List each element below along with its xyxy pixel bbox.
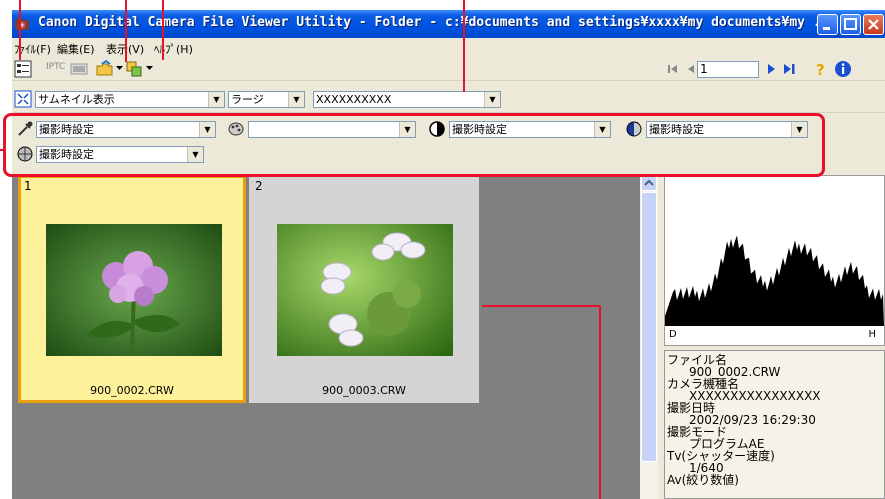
chevron-down-icon: ▼ [399,122,415,137]
thumbnail-number: 2 [255,179,263,193]
info-label: Av(絞り数値) [667,473,739,487]
title-bar[interactable]: Canon Digital Camera File Viewer Utility… [12,10,885,38]
menu-edit[interactable]: 編集(E) [57,41,95,57]
saturation-icon[interactable] [625,120,643,138]
next-page-icon[interactable] [762,60,780,78]
shooting-info-panel: ファイル名 900_0002.CRW カメラ機種名 XXXXXXXXXXXXXXXX 撮… [664,350,885,499]
view-mode-select[interactable]: サムネイル表示 ▼ [35,91,225,108]
scroll-thumb[interactable] [641,192,657,462]
camera-select[interactable]: XXXXXXXXXX ▼ [313,91,501,108]
info-panel-icon[interactable] [14,60,32,78]
scroll-up-button[interactable] [641,175,657,191]
dropdown-arrow-icon[interactable] [146,66,153,71]
close-icon [868,19,879,30]
chevron-down-icon: ▼ [187,147,203,162]
white-balance-select[interactable]: 撮影時設定 ▼ [36,121,216,138]
chevron-up-icon [644,179,654,186]
photo-white-flower-image [277,224,453,356]
thumbnail-card[interactable]: 2 900_0003.CRW [249,175,479,403]
menu-file[interactable]: ﾌｧｲﾙ(F) [14,41,51,57]
app-window: Canon Digital Camera File Viewer Utility… [12,10,885,499]
thumbnail-card[interactable]: 1 900_0002.CRW [18,175,246,403]
menu-view[interactable]: 表示(V) [106,41,144,57]
chevron-down-icon: ▼ [484,92,500,107]
histogram-shape [665,235,884,326]
dropdown-arrow-icon[interactable] [116,66,123,71]
window-title: Canon Digital Camera File Viewer Utility… [38,15,837,30]
saturation-select[interactable]: 撮影時設定 ▼ [646,121,808,138]
help-icon[interactable]: ? [812,60,830,78]
thumbnail-filename: 900_0003.CRW [322,384,406,397]
copy-files-icon[interactable] [125,60,143,78]
color-tone-value: 撮影時設定 [39,148,94,161]
fit-view-icon[interactable] [14,90,32,108]
contrast-value: 撮影時設定 [452,123,507,136]
main-toolbar: IPTC 1 ? [12,58,885,81]
histogram-highlight-label: H [868,329,876,340]
app-icon [15,18,29,30]
view-toolbar: サムネイル表示 ▼ ラージ ▼ XXXXXXXXXX ▼ [12,90,885,113]
tone-icon[interactable] [16,145,34,163]
histogram-chart [665,235,884,326]
image-adjust-toolbar: 撮影時設定 ▼ ▼ 撮影時設定 ▼ 撮影時設定 ▼ 撮影時設定 ▼ [12,114,885,172]
camera-value: XXXXXXXXXX [316,93,392,106]
eyedropper-icon[interactable] [16,120,34,138]
menu-help[interactable]: ﾍﾙﾌﾟ(H) [154,41,193,57]
menu-bar: ﾌｧｲﾙ(F) 編集(E) 表示(V) ﾍﾙﾌﾟ(H) [12,38,885,58]
open-folder-icon[interactable] [96,60,114,78]
last-page-icon[interactable] [780,60,798,78]
chevron-down-icon: ▼ [791,122,807,137]
slideshow-icon[interactable] [70,60,88,78]
maximize-button[interactable] [840,14,861,35]
white-balance-value: 撮影時設定 [39,123,94,136]
thumbnail-grid: 1 900_0002.CRW 2 900_0003.CRW [12,175,640,499]
picture-style-select[interactable]: ▼ [248,121,416,138]
view-mode-value: サムネイル表示 [38,93,115,106]
saturation-value: 撮影時設定 [649,123,704,136]
about-info-icon[interactable] [834,60,852,78]
thumbnail-size-value: ラージ [231,93,264,106]
svg-text:?: ? [816,61,825,78]
histogram-panel: D H [664,175,885,346]
chevron-down-icon: ▼ [208,92,224,107]
iptc-button[interactable]: IPTC [46,62,65,72]
photo-hydrangea-image [46,224,222,356]
thumbnail-scrollbar[interactable] [640,175,658,499]
page-number-input[interactable]: 1 [697,61,759,78]
minimize-icon [823,27,830,30]
chevron-down-icon: ▼ [288,92,304,107]
close-button[interactable] [863,14,884,35]
thumbnail-size-select[interactable]: ラージ ▼ [228,91,305,108]
chevron-down-icon: ▼ [594,122,610,137]
histogram-dark-label: D [669,329,677,340]
color-tone-select[interactable]: 撮影時設定 ▼ [36,146,204,163]
maximize-icon [844,18,857,30]
chevron-down-icon: ▼ [199,122,215,137]
contrast-icon[interactable] [428,120,446,138]
thumbnail-number: 1 [24,179,32,193]
palette-icon[interactable] [227,120,245,138]
first-page-icon[interactable] [664,60,682,78]
minimize-button[interactable] [817,14,838,35]
thumbnail-filename: 900_0002.CRW [90,384,174,397]
contrast-select[interactable]: 撮影時設定 ▼ [449,121,611,138]
